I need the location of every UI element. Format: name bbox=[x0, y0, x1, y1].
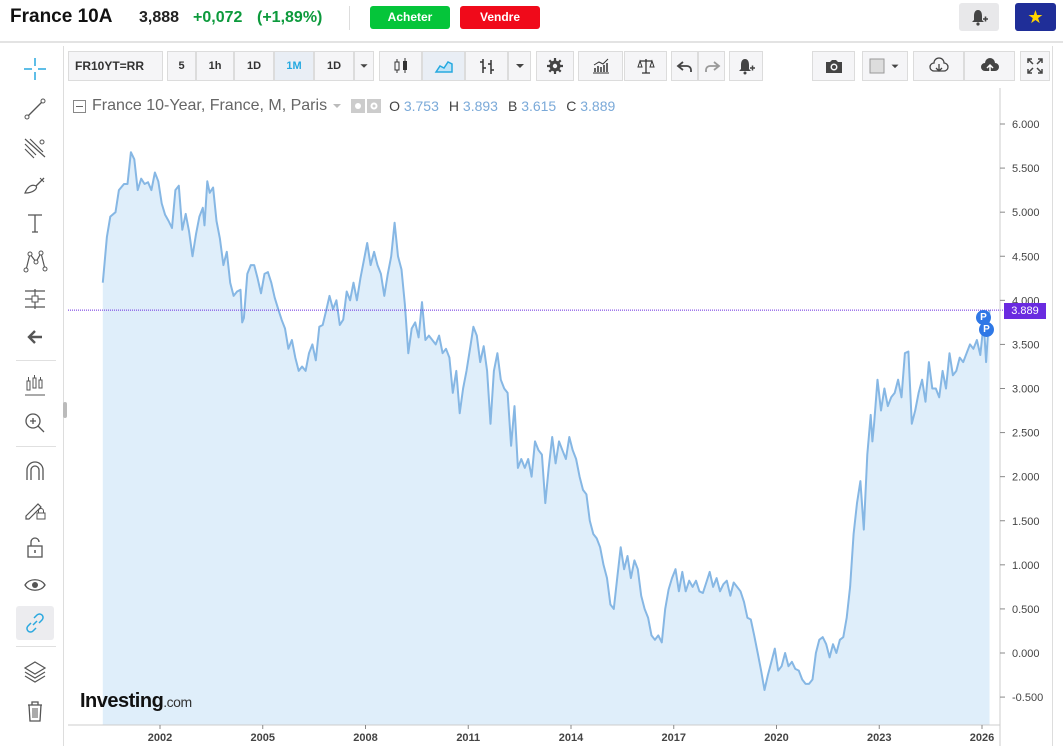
x-tick-label: 2023 bbox=[867, 732, 891, 744]
watermark-suffix: .com bbox=[163, 694, 192, 710]
watermark-brand: Investing bbox=[80, 690, 164, 712]
y-tick-label: -0.500 bbox=[1012, 692, 1043, 704]
close-label: C bbox=[566, 98, 577, 114]
y-tick-label: 5.000 bbox=[1012, 207, 1040, 219]
x-tick-label: 2020 bbox=[764, 732, 788, 744]
legend-visibility-icon[interactable] bbox=[351, 99, 366, 113]
y-tick-label: 2.000 bbox=[1012, 472, 1040, 484]
x-tick-label: 2026 bbox=[970, 732, 994, 744]
y-tick-label: 3.500 bbox=[1012, 339, 1040, 351]
last-price-tag: 3.889 bbox=[1004, 303, 1046, 319]
investing-watermark: Investing.com bbox=[80, 690, 192, 713]
y-tick-label: 0.000 bbox=[1012, 648, 1040, 660]
x-tick-label: 2005 bbox=[251, 732, 275, 744]
y-tick-label: 6.000 bbox=[1012, 119, 1040, 131]
low-label: B bbox=[507, 98, 518, 114]
x-tick-label: 2002 bbox=[148, 732, 172, 744]
x-tick-label: 2008 bbox=[353, 732, 377, 744]
y-tick-label: 1.000 bbox=[1012, 560, 1040, 572]
y-tick-label: 2.500 bbox=[1012, 428, 1040, 440]
event-marker[interactable]: P bbox=[979, 322, 994, 337]
x-tick-label: 2017 bbox=[662, 732, 686, 744]
legend-dropdown-icon[interactable] bbox=[331, 100, 343, 112]
x-tick-label: 2011 bbox=[456, 732, 480, 744]
y-tick-label: 3.000 bbox=[1012, 384, 1040, 396]
open-value: 3.753 bbox=[403, 98, 439, 114]
legend-instrument-name: France 10-Year, France, M, Paris bbox=[92, 97, 328, 114]
low-value: 3.615 bbox=[521, 98, 557, 114]
close-value: 3.889 bbox=[580, 98, 616, 114]
legend-settings-icon[interactable] bbox=[367, 99, 382, 113]
y-tick-label: 1.500 bbox=[1012, 516, 1040, 528]
legend-collapse-button[interactable] bbox=[73, 99, 86, 113]
chart-legend: France 10-Year, France, M, Paris O 3.753… bbox=[73, 96, 615, 116]
high-value: 3.893 bbox=[462, 98, 498, 114]
y-tick-label: 0.500 bbox=[1012, 604, 1040, 616]
y-tick-label: 5.500 bbox=[1012, 163, 1040, 175]
y-tick-label: 4.500 bbox=[1012, 251, 1040, 263]
investing-chart-app: France 10A 3,888 +0,072 (+1,89%) Acheter… bbox=[0, 0, 1063, 746]
high-label: H bbox=[448, 98, 460, 114]
open-label: O bbox=[389, 98, 400, 114]
x-tick-label: 2014 bbox=[559, 732, 584, 744]
